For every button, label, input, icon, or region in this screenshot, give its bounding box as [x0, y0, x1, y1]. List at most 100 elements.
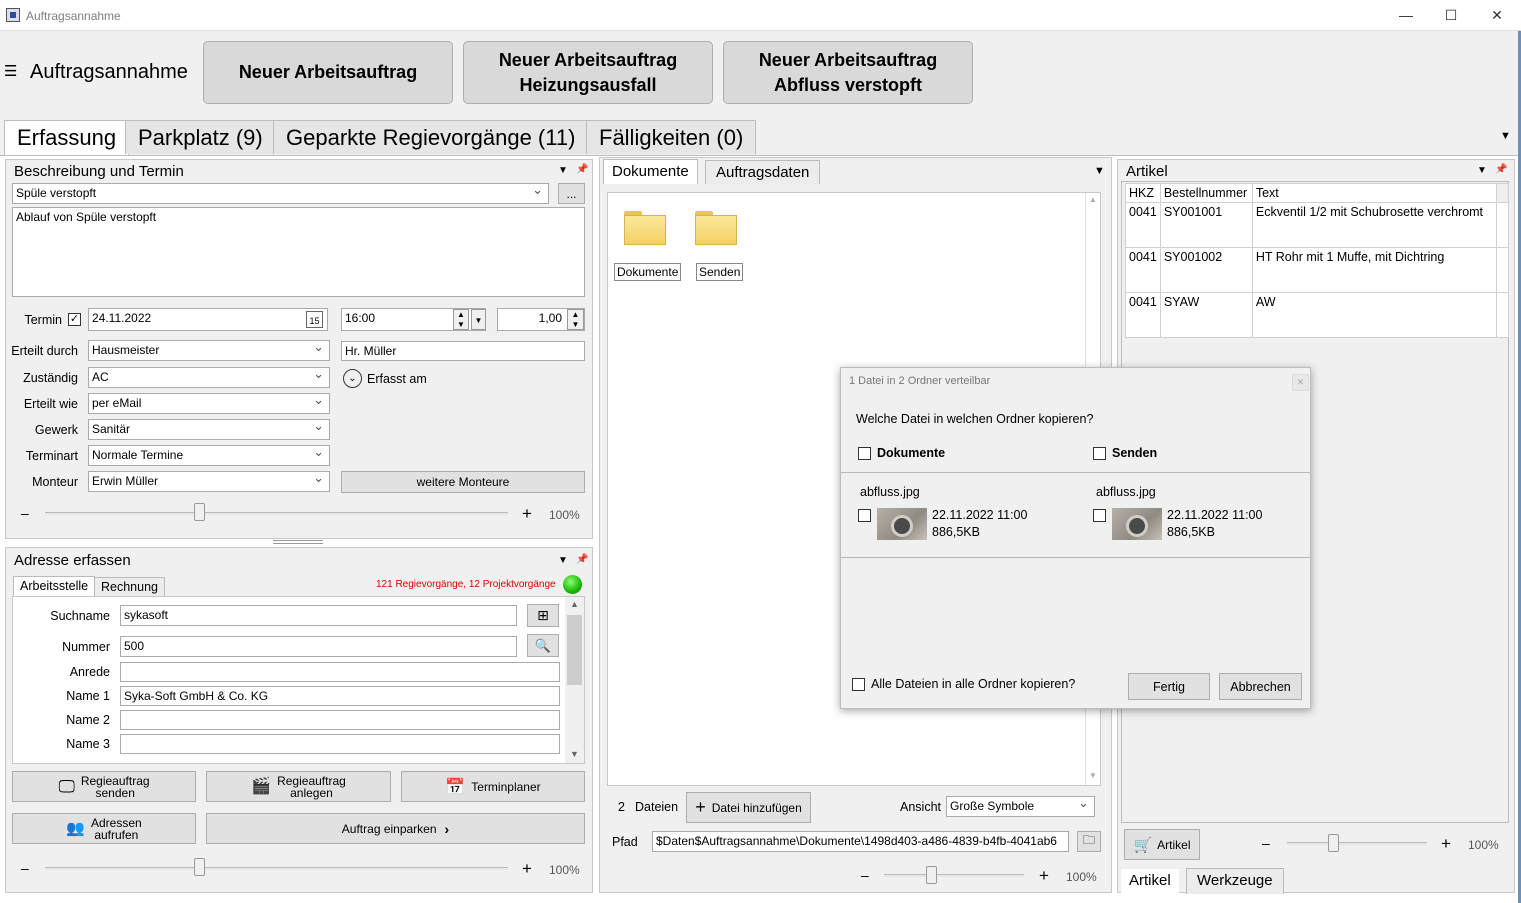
panel-menu-icon[interactable]: ▼ — [558, 165, 568, 176]
file-checkbox[interactable] — [1093, 509, 1106, 522]
search-icon[interactable]: 🔍 — [527, 634, 559, 657]
folder-label[interactable]: Senden — [696, 263, 744, 281]
column-header[interactable]: Bestellnummer — [1159, 183, 1253, 203]
folder-label[interactable]: Dokumente — [614, 263, 682, 281]
field-label: Name 1 — [66, 689, 110, 703]
zoom-minus-icon[interactable]: – — [1262, 835, 1270, 851]
tab-faelligkeiten[interactable]: Fälligkeiten (0) — [586, 120, 757, 154]
time-dropdown-icon[interactable]: ▼ — [471, 309, 486, 330]
date-input[interactable]: 24.11.2022 — [88, 308, 328, 331]
pfad-input[interactable]: $Daten$Auftragsannahme\Dokumente\1498d40… — [652, 831, 1069, 852]
column-header-filler — [1495, 183, 1510, 203]
zoom-slider[interactable] — [1287, 842, 1427, 845]
column-header[interactable]: Text — [1251, 183, 1497, 203]
panel-menu-icon[interactable]: ▼ — [558, 555, 568, 566]
tabs-overflow-icon[interactable]: ▼ — [1500, 130, 1511, 142]
field-label: Terminart — [25, 449, 78, 463]
close-icon[interactable]: ✕ — [1477, 4, 1517, 26]
calendar-icon[interactable]: 15 — [306, 311, 323, 328]
tab-artikel[interactable]: Artikel — [1121, 869, 1179, 894]
zoom-slider-thumb[interactable] — [1328, 834, 1339, 852]
expand-circle-icon[interactable]: ⌄ — [343, 369, 362, 388]
name1-input[interactable]: Syka-Soft GmbH & Co. KG — [120, 686, 560, 706]
table-row[interactable]: 0041 SY001001 Eckventil 1/2 mit Schubros… — [1125, 202, 1510, 248]
fertig-button[interactable]: Fertig — [1128, 673, 1210, 700]
regieauftrag-senden-button[interactable]: 🖵 Regieauftrag senden — [12, 771, 196, 802]
termin-checkbox[interactable]: ✓ — [68, 313, 81, 326]
zoom-minus-icon[interactable]: – — [861, 867, 869, 883]
zoom-plus-icon[interactable]: + — [522, 859, 532, 879]
zoom-slider-thumb[interactable] — [194, 858, 205, 876]
minimize-icon[interactable]: — — [1386, 4, 1426, 26]
regieauftrag-anlegen-button[interactable]: 🎬 Regieauftrag anlegen — [206, 771, 391, 802]
zustaendig-select[interactable]: AC — [88, 367, 330, 388]
description-textarea[interactable]: Ablauf von Spüle verstopft — [12, 207, 585, 297]
dialog-close-icon[interactable]: ✕ — [1292, 374, 1309, 391]
folder-checkbox[interactable] — [858, 447, 871, 460]
new-order-heating-button[interactable]: Neuer Arbeitsauftrag Heizungsausfall — [463, 41, 713, 104]
anrede-input[interactable] — [120, 662, 560, 682]
monteur-select[interactable]: Erwin Müller — [88, 471, 330, 492]
erfasst-am-label[interactable]: Erfasst am — [367, 372, 427, 386]
zoom-slider[interactable] — [45, 867, 508, 870]
zoom-minus-icon[interactable]: – — [21, 860, 29, 876]
zoom-slider-thumb[interactable] — [194, 503, 205, 521]
tab-parkplatz[interactable]: Parkplatz (9) — [125, 120, 276, 154]
zoom-slider[interactable] — [884, 874, 1024, 877]
name3-input[interactable] — [120, 734, 560, 754]
table-row[interactable]: 0041 SYAW AW — [1125, 292, 1510, 338]
erteilt-wie-select[interactable]: per eMail — [88, 393, 330, 414]
contact-input[interactable]: Hr. Müller — [341, 341, 585, 361]
folder-icon[interactable] — [624, 211, 666, 245]
table-row[interactable]: 0041 SY001002 HT Rohr mit 1 Muffe, mit D… — [1125, 247, 1510, 293]
folder-open-icon[interactable]: 🗀 — [1077, 831, 1101, 852]
ansicht-select[interactable]: Große Symbole — [946, 796, 1095, 817]
duration-spinner-icon[interactable]: ▲ ▼ — [567, 309, 584, 330]
file-checkbox[interactable] — [858, 509, 871, 522]
artikel-button[interactable]: 🛒 Artikel — [1124, 829, 1200, 860]
zoom-plus-icon[interactable]: + — [1039, 866, 1049, 886]
name2-input[interactable] — [120, 710, 560, 730]
panel-menu-icon[interactable]: ▼ — [1477, 165, 1487, 176]
suchname-input[interactable]: sykasoft — [120, 605, 517, 626]
pin-icon[interactable]: 📌 — [1495, 164, 1507, 175]
terminplaner-button[interactable]: 📅 Terminplaner — [401, 771, 585, 802]
tab-geparkte-regievorgaenge[interactable]: Geparkte Regievorgänge (11) — [273, 120, 589, 154]
tab-erfassung[interactable]: Erfassung — [4, 120, 130, 156]
tab-auftragsdaten[interactable]: Auftragsdaten — [705, 160, 821, 184]
subject-more-button[interactable]: ... — [558, 183, 585, 204]
new-order-button[interactable]: Neuer Arbeitsauftrag — [203, 41, 453, 104]
column-header[interactable]: HKZ — [1125, 183, 1161, 203]
address-scrollbar[interactable]: ▲ ▼ — [565, 597, 584, 763]
zoom-plus-icon[interactable]: + — [522, 504, 532, 524]
pin-icon[interactable]: 📌 — [576, 164, 588, 175]
tab-rechnung[interactable]: Rechnung — [94, 577, 165, 597]
all-files-checkbox[interactable] — [852, 678, 865, 691]
erteilt-durch-select[interactable]: Hausmeister — [88, 340, 330, 361]
weitere-monteure-button[interactable]: weitere Monteure — [341, 471, 585, 493]
zoom-slider[interactable] — [45, 512, 508, 515]
tab-arbeitsstelle[interactable]: Arbeitsstelle — [13, 576, 96, 596]
tab-dokumente[interactable]: Dokumente — [603, 159, 698, 184]
folder-checkbox[interactable] — [1093, 447, 1106, 460]
abbrechen-button[interactable]: Abbrechen — [1219, 673, 1302, 700]
add-file-button[interactable]: + Datei hinzufügen — [686, 792, 811, 823]
add-square-icon[interactable]: ⊞ — [527, 604, 559, 627]
new-order-drain-button[interactable]: Neuer Arbeitsauftrag Abfluss verstopft — [723, 41, 973, 104]
time-spinner-icon[interactable]: ▲ ▼ — [453, 309, 469, 330]
folder-icon[interactable] — [695, 211, 737, 245]
gewerk-select[interactable]: Sanitär — [88, 419, 330, 440]
splitter-handle[interactable] — [273, 540, 323, 544]
zoom-minus-icon[interactable]: – — [21, 505, 29, 521]
maximize-icon[interactable]: ☐ — [1431, 4, 1471, 26]
nummer-input[interactable]: 500 — [120, 636, 517, 657]
adressen-aufrufen-button[interactable]: 👥 Adressen aufrufen — [12, 813, 196, 844]
subject-select[interactable]: Spüle verstopft — [12, 183, 549, 204]
zoom-plus-icon[interactable]: + — [1441, 834, 1451, 854]
tab-werkzeuge[interactable]: Werkzeuge — [1186, 868, 1284, 894]
auftrag-einparken-button[interactable]: Auftrag einparken › — [206, 813, 585, 844]
pin-icon[interactable]: 📌 — [576, 554, 588, 565]
zoom-slider-thumb[interactable] — [926, 866, 937, 884]
panel-menu-icon[interactable]: ▼ — [1094, 165, 1105, 177]
terminart-select[interactable]: Normale Termine — [88, 445, 330, 466]
